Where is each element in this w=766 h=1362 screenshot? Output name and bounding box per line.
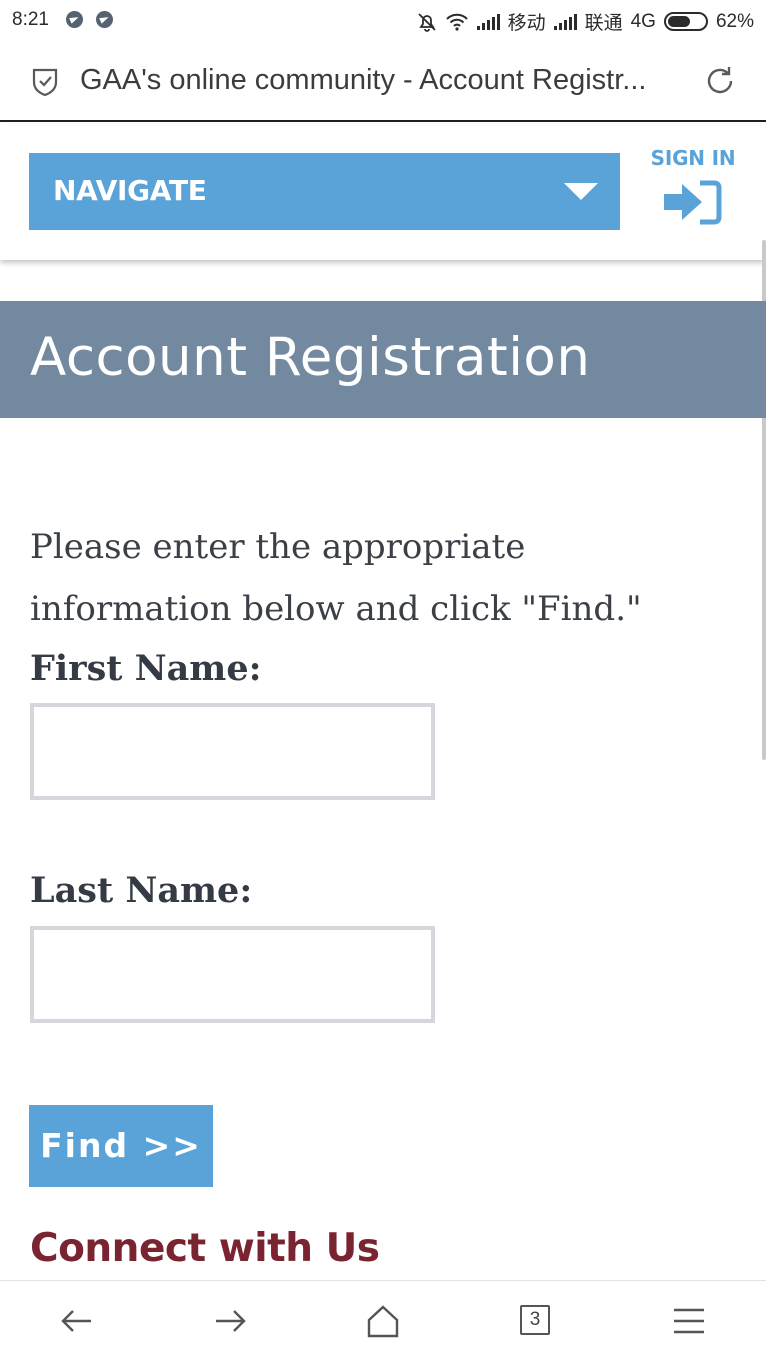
last-name-input[interactable] xyxy=(30,926,435,1023)
sign-in-link[interactable]: SIGN IN xyxy=(646,144,740,232)
signal-icon xyxy=(476,13,500,30)
title-banner: Account Registration xyxy=(0,301,766,418)
find-button[interactable]: Find >> xyxy=(29,1105,213,1187)
chevron-down-icon xyxy=(564,183,598,200)
mute-icon xyxy=(417,12,436,32)
reload-icon[interactable] xyxy=(703,64,737,98)
home-button[interactable] xyxy=(361,1299,405,1343)
site-header: NAVIGATE SIGN IN xyxy=(0,124,766,260)
back-button[interactable] xyxy=(55,1299,99,1343)
back-icon xyxy=(61,1310,91,1332)
address-bar[interactable]: GAA's online community - Account Registr… xyxy=(0,40,766,122)
page-heading: Account Registration xyxy=(30,327,591,388)
last-name-label: Last Name: xyxy=(30,870,253,911)
telegram-icon xyxy=(66,11,83,28)
navigate-label: NAVIGATE xyxy=(53,174,207,207)
battery-percent: 62% xyxy=(715,10,754,32)
page-title[interactable]: GAA's online community - Account Registr… xyxy=(80,64,685,97)
tabs-icon: 3 xyxy=(520,1305,550,1335)
tabs-button[interactable]: 3 xyxy=(514,1299,558,1343)
connect-heading: Connect with Us xyxy=(30,1226,380,1271)
navigate-dropdown[interactable]: NAVIGATE xyxy=(29,153,620,230)
first-name-input[interactable] xyxy=(30,703,435,800)
browser-toolbar: 3 xyxy=(0,1280,766,1362)
menu-icon xyxy=(674,1308,704,1334)
carrier-1: 移动 xyxy=(507,13,546,34)
shield-icon[interactable] xyxy=(32,67,58,97)
telegram-icon xyxy=(96,11,113,28)
battery-icon xyxy=(663,12,708,31)
sign-in-label: SIGN IN xyxy=(650,146,736,170)
instructions-text: Please enter the appropriate information… xyxy=(30,527,642,629)
signal-icon xyxy=(553,13,577,30)
menu-button[interactable] xyxy=(667,1299,711,1343)
battery-level xyxy=(667,16,690,27)
home-icon xyxy=(367,1305,399,1338)
status-bar: 8:21 移动 联通 4G 62% xyxy=(0,0,766,40)
network-type: 4G xyxy=(630,10,656,32)
wifi-icon xyxy=(445,13,468,31)
forward-button[interactable] xyxy=(208,1299,252,1343)
first-name-label: First Name: xyxy=(30,648,262,689)
carrier-2: 联通 xyxy=(584,13,623,34)
status-time: 8:21 xyxy=(12,9,49,30)
sign-in-icon xyxy=(664,180,722,225)
forward-icon xyxy=(216,1310,246,1332)
